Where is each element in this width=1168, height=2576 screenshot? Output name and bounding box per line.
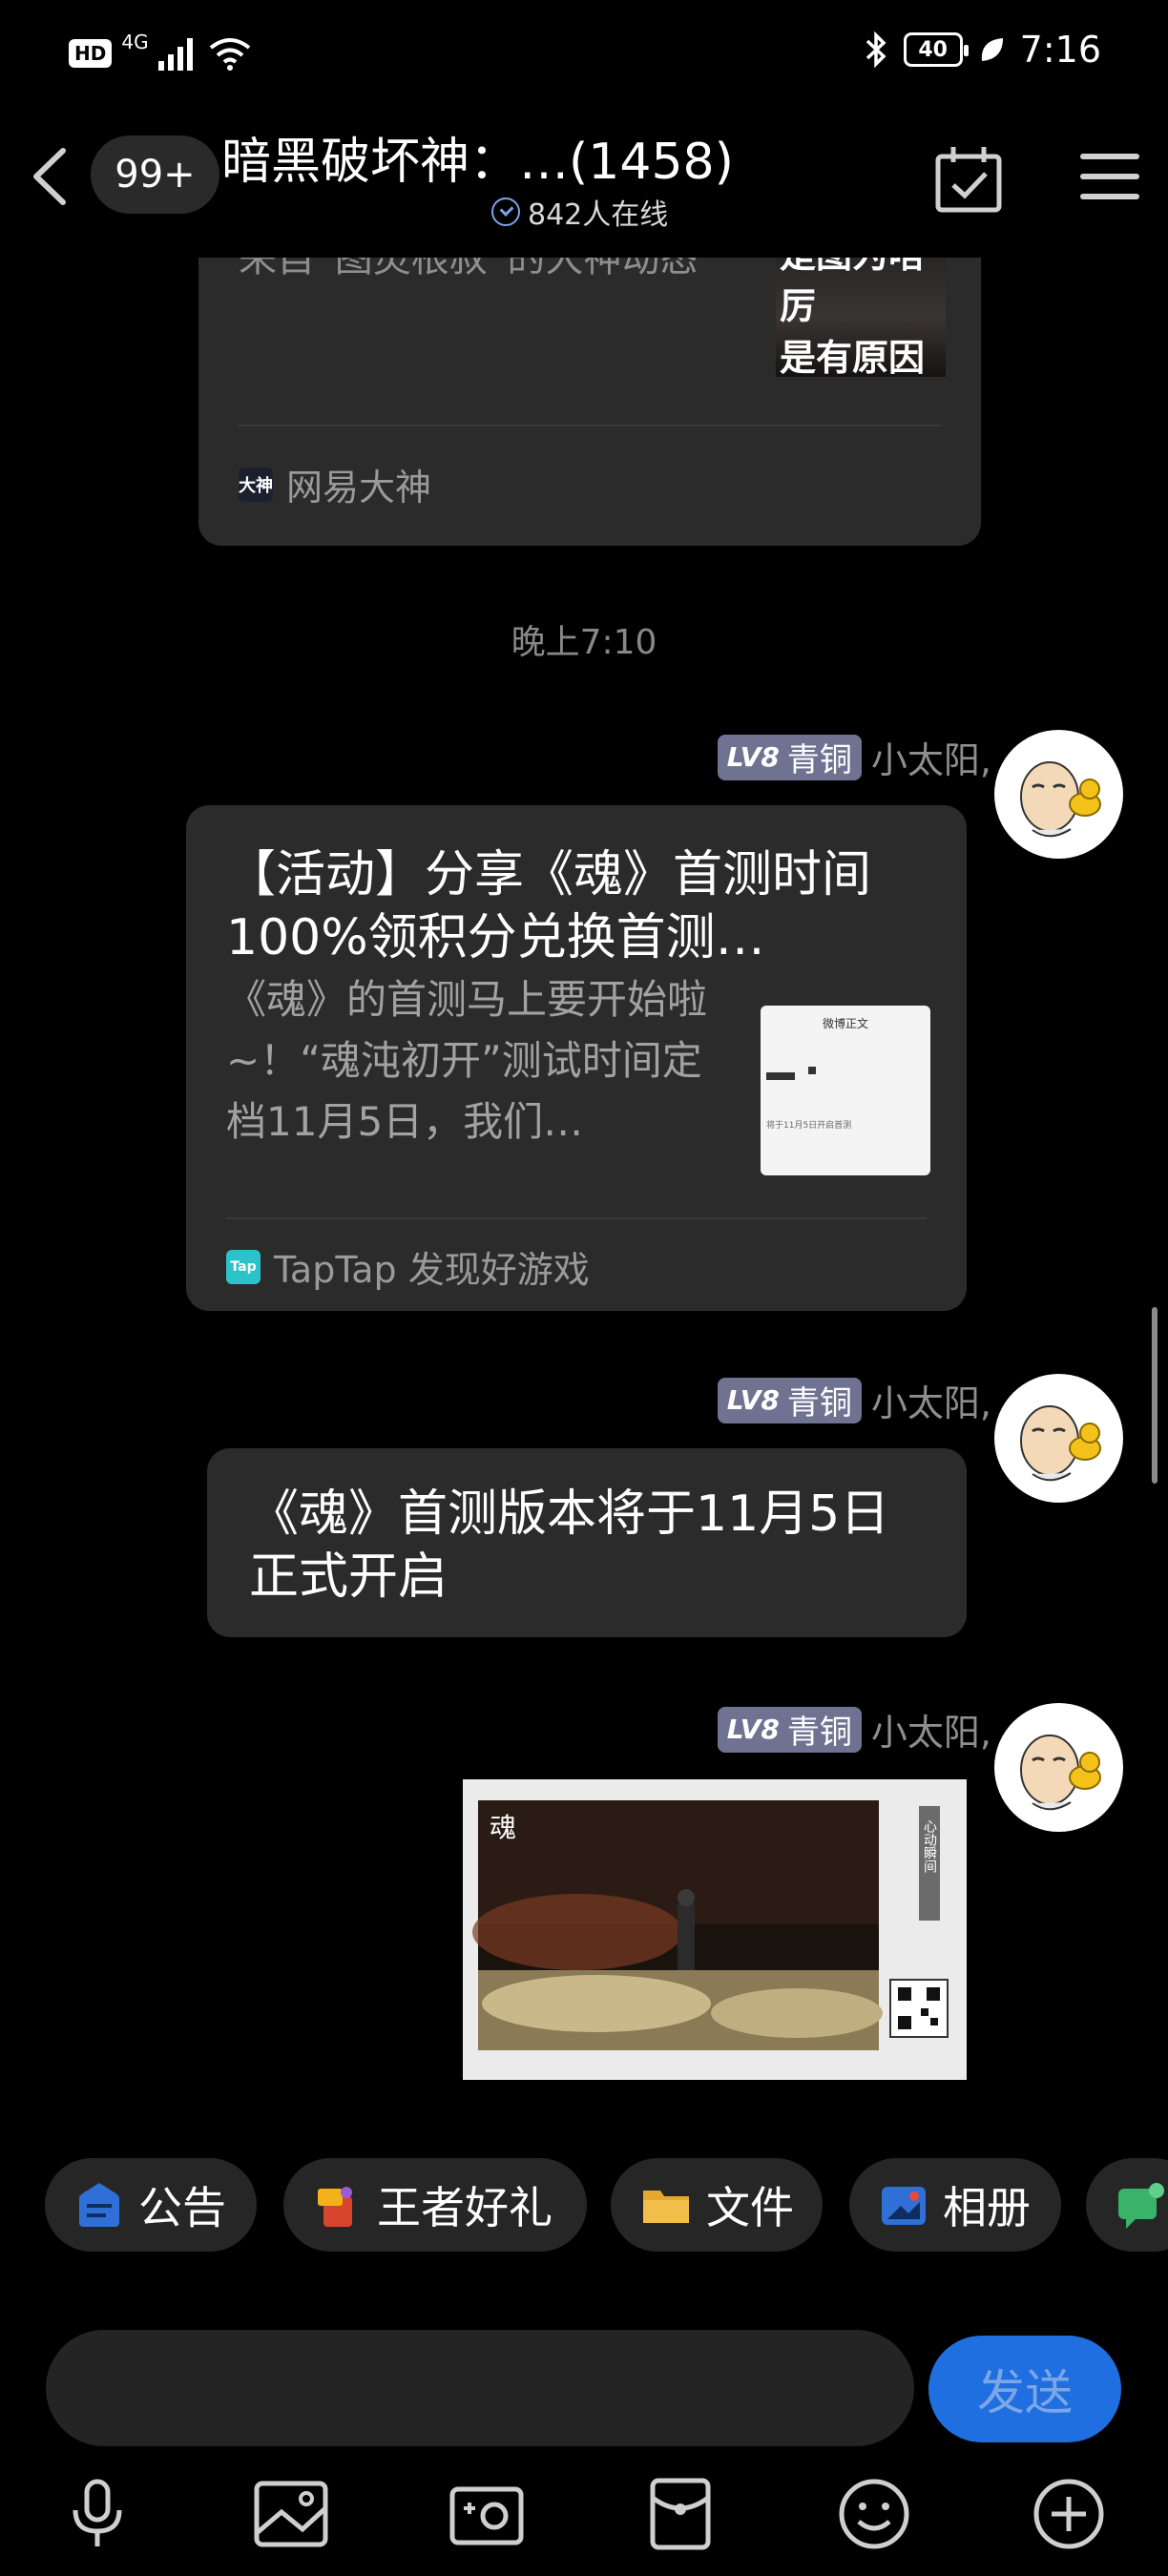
text-message: 《魂》首测版本将于11月5日正式开启 [249, 1485, 890, 1606]
menu-button[interactable] [1050, 119, 1168, 234]
camera-icon [449, 2486, 524, 2545]
unread-count-badge[interactable]: 99+ [91, 135, 219, 214]
signal-icon [157, 38, 193, 71]
image-message[interactable]: 魂 心动瞬间 [463, 1779, 967, 2080]
announcement-icon [79, 2183, 119, 2227]
online-count-label: 842人在线 [528, 198, 669, 232]
avatar[interactable] [994, 1703, 1123, 1832]
back-arrow-icon[interactable] [21, 143, 78, 210]
share-card-desc: 《魂》的首测马上要开始啦~！“魂沌初开”测试时间定档11月5日，我们… [226, 976, 708, 1145]
game-logo-text: 魂 [490, 1812, 516, 1843]
sender-name: 小太阳, [870, 1382, 991, 1424]
sender-header: LV8 青铜 小太阳, [717, 1374, 991, 1426]
thumb-title: 微博正文 [822, 1017, 868, 1030]
chip-label: 公告 [138, 2182, 226, 2233]
level-badge: LV8 青铜 [717, 1377, 862, 1423]
share-card-title: 【活动】分享《魂》首测时间 100%领积分兑换首测… [226, 846, 872, 966]
status-bar: HD 4G 40 7:16 [0, 0, 1168, 114]
sender-header: LV8 青铜 小太阳, [717, 1703, 991, 1755]
red-packet-icon [650, 2478, 711, 2550]
avatar[interactable] [994, 730, 1123, 859]
message-input[interactable] [46, 2330, 914, 2446]
image-caption: 心动瞬间 [922, 1819, 937, 1874]
share-card-thumbnail: 微博正文 将于11月5日开启首测 [761, 1006, 930, 1175]
share-card-source: Tap TapTap 发现好游戏 [226, 1240, 590, 1293]
prev-share-card[interactable]: 来自“图灵根叔”的大神动态 是图为啥厉 是有原因的 大神 网易大神 [198, 258, 981, 546]
game-screenshot-image: 魂 心动瞬间 [463, 1779, 967, 2080]
text-message-bubble[interactable]: 《魂》首测版本将于11月5日正式开启 [207, 1448, 967, 1637]
sender-name: 小太阳, [870, 1712, 991, 1754]
battery-indicator: 40 [903, 32, 969, 67]
hd-indicator: HD [69, 39, 113, 68]
level-badge: LV8 青铜 [717, 734, 862, 780]
time-separator: 晚上7:10 [511, 623, 657, 662]
prev-card-thumbnail: 是图为啥厉 是有原因的 [776, 258, 946, 377]
prev-card-source-label: 网易大神 [286, 467, 432, 509]
card-divider [239, 425, 941, 426]
share-card-source-label: TapTap 发现好游戏 [274, 1249, 590, 1291]
folder-icon [643, 2191, 689, 2223]
gift-icon [318, 2187, 352, 2227]
prev-card-source: 大神 网易大神 [239, 458, 431, 510]
eco-leaf-icon [981, 38, 1003, 61]
image-button[interactable] [243, 2466, 339, 2562]
camera-button[interactable] [439, 2466, 534, 2562]
bottom-toolbar [0, 2466, 1168, 2562]
calendar-check-icon[interactable] [930, 143, 1007, 215]
wifi-icon [209, 38, 250, 71]
chip-announcement[interactable]: 公告 [45, 2158, 257, 2252]
share-card[interactable]: 【活动】分享《魂》首测时间 100%领积分兑换首测… 《魂》的首测马上要开始啦~… [186, 805, 967, 1311]
card-divider [226, 1217, 927, 1219]
thumb-line: 将于11月5日开启首测 [766, 1121, 852, 1131]
mic-icon [73, 2479, 122, 2546]
online-count[interactable]: 842人在线 [491, 191, 668, 233]
chip-label: 文件 [706, 2182, 794, 2233]
green-chat-icon [1118, 2183, 1164, 2229]
voice-button[interactable] [50, 2466, 145, 2562]
avatar-character-icon [1020, 761, 1101, 838]
image-icon [254, 2481, 328, 2547]
chip-label: 王者好礼 [377, 2182, 553, 2233]
send-button[interactable]: 发送 [928, 2336, 1121, 2442]
prev-thumb-text: 是图为啥厉 是有原因的 [780, 258, 926, 377]
group-title[interactable]: 暗黑破坏神：…(1458) [221, 121, 734, 193]
sender-name: 小太阳, [870, 739, 991, 781]
plus-icon [1033, 2479, 1104, 2549]
avatar-character-icon [1020, 1735, 1101, 1811]
chip-more[interactable] [1086, 2158, 1168, 2252]
dashen-logo-icon: 大神 [239, 467, 273, 502]
level-badge: LV8 青铜 [717, 1706, 862, 1753]
chip-label: 相册 [943, 2182, 1031, 2233]
chip-gifts[interactable]: 王者好礼 [283, 2158, 587, 2252]
avatar-character-icon [1020, 1405, 1101, 1482]
level-text: LV8 [726, 741, 780, 773]
chip-files[interactable]: 文件 [611, 2158, 823, 2252]
clock: 7:16 [1019, 29, 1101, 71]
taptap-logo-icon: Tap [226, 1249, 261, 1284]
level-text: LV8 [726, 1714, 780, 1745]
online-check-icon [491, 197, 520, 226]
level-text: LV8 [726, 1384, 780, 1416]
more-button[interactable] [1021, 2466, 1116, 2562]
prev-card-desc: 来自“图灵根叔”的大神动态 [239, 258, 699, 280]
red-packet-button[interactable] [633, 2466, 728, 2562]
avatar[interactable] [994, 1374, 1123, 1503]
chat-list[interactable]: 来自“图灵根叔”的大神动态 是图为啥厉 是有原因的 大神 网易大神 晚上7:10… [0, 258, 1168, 2128]
rank-text: 青铜 [786, 741, 852, 779]
rank-text: 青铜 [786, 1384, 852, 1423]
sender-header: LV8 青铜 小太阳, [717, 731, 991, 783]
hamburger-icon [1079, 154, 1139, 199]
scrollbar[interactable] [1152, 1307, 1158, 1484]
album-icon [882, 2187, 926, 2225]
emoji-icon [839, 2479, 909, 2549]
network-type: 4G [121, 31, 149, 53]
rank-text: 青铜 [786, 1714, 852, 1752]
emoji-button[interactable] [826, 2466, 922, 2562]
chip-album[interactable]: 相册 [849, 2158, 1061, 2252]
shortcut-chips: 公告 王者好礼 文件 相册 [0, 2158, 1168, 2254]
bluetooth-icon [866, 31, 886, 69]
